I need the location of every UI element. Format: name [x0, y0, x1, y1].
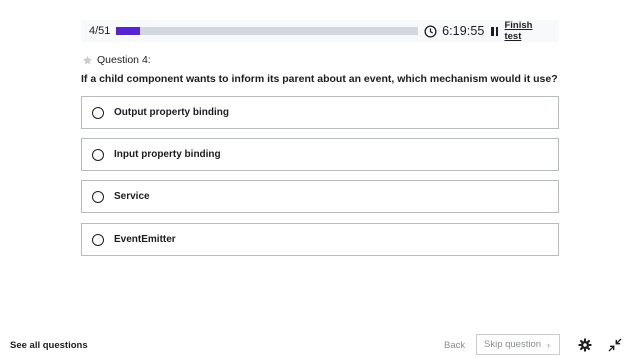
test-progress-bar-container: 4/51 6:19:55 Finish test [81, 20, 559, 42]
question-counter: 4/51 [89, 25, 111, 37]
gear-icon[interactable] [578, 338, 592, 352]
answer-option[interactable]: EventEmitter [81, 223, 559, 256]
answer-option[interactable]: Service [81, 180, 559, 213]
pause-icon[interactable] [491, 26, 499, 36]
answer-option-label: EventEmitter [114, 234, 176, 245]
progress-track [116, 27, 419, 35]
star-icon[interactable] [82, 55, 93, 66]
skip-question-button[interactable]: Skip question › [476, 334, 560, 355]
timer-text: 6:19:55 [442, 24, 485, 38]
answer-option-label: Input property binding [114, 149, 221, 160]
answer-option-label: Service [114, 191, 150, 202]
radio-button[interactable] [92, 148, 104, 161]
collapse-icon[interactable] [608, 338, 622, 352]
question-text: If a child component wants to inform its… [81, 73, 558, 85]
answer-option[interactable]: Output property binding [81, 96, 559, 129]
timer: 6:19:55 [424, 24, 484, 38]
back-button[interactable]: Back [444, 340, 465, 351]
radio-button[interactable] [92, 190, 104, 203]
answer-option-label: Output property binding [114, 107, 229, 118]
progress-fill [116, 27, 141, 35]
question-header: Question 4: [82, 54, 151, 66]
chevron-right-icon: › [547, 339, 551, 350]
question-number: Question 4: [97, 54, 151, 66]
finish-test-link[interactable]: Finish test [504, 20, 551, 42]
answer-option[interactable]: Input property binding [81, 138, 559, 171]
see-all-questions-link[interactable]: See all questions [10, 340, 88, 351]
radio-button[interactable] [92, 106, 104, 119]
skip-question-label: Skip question [484, 339, 542, 350]
clock-icon [424, 24, 437, 38]
radio-button[interactable] [92, 233, 104, 246]
